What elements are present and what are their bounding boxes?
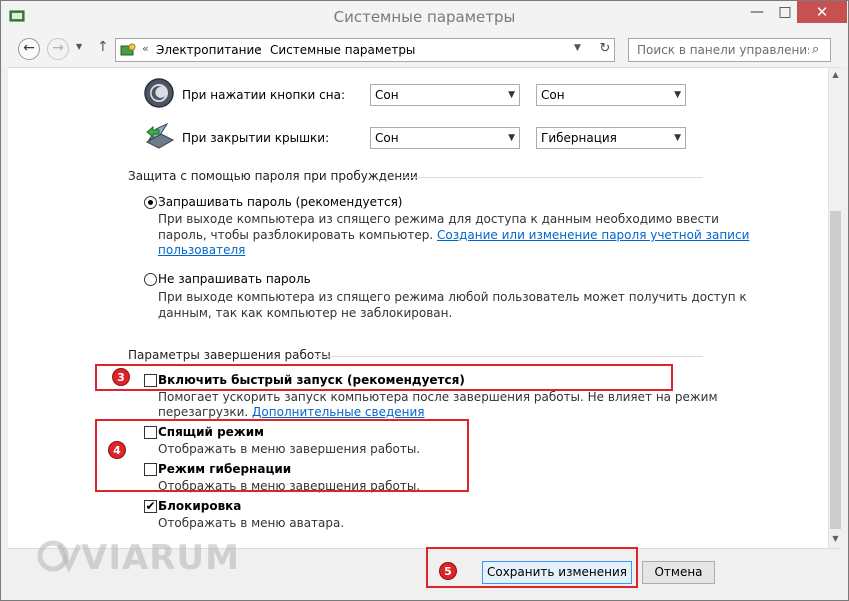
maximize-button[interactable]: □: [771, 1, 799, 23]
no-password-radio[interactable]: [144, 273, 157, 286]
watermark-logo-icon: [37, 540, 82, 574]
password-section-title: Защита с помощью пароля при пробуждении: [128, 169, 418, 183]
select-value: Гибернация: [541, 131, 617, 145]
select-value: Сон: [375, 131, 399, 145]
forward-button[interactable]: →: [47, 38, 69, 60]
chevron-down-icon: ▼: [508, 133, 515, 143]
address-bar[interactable]: « Электропитание › Системные параметры ▼…: [115, 38, 615, 62]
settings-content: При нажатии кнопки сна: Сон ▼ Сон ▼ При …: [8, 67, 841, 548]
sleep-button-icon: [144, 78, 174, 108]
breadcrumb-power-options[interactable]: Электропитание: [156, 43, 262, 57]
section-divider: [313, 356, 703, 357]
require-password-radio[interactable]: [144, 196, 157, 209]
sleep-button-label: При нажатии кнопки сна:: [182, 88, 346, 102]
breadcrumb-system-settings[interactable]: Системные параметры: [270, 43, 415, 57]
scroll-up-icon[interactable]: ▲: [829, 70, 841, 79]
no-password-desc-2: данным, так как компьютер не заблокирова…: [158, 306, 453, 320]
search-box[interactable]: ⌕: [628, 38, 831, 62]
require-password-desc-2: пароль, чтобы разблокировать компьютер. …: [158, 227, 749, 243]
no-password-desc-1: При выходе компьютера из спящего режима …: [158, 290, 747, 304]
annotation-box-sleep-hibernate: [95, 419, 469, 492]
lid-close-label: При закрытии крышки:: [182, 131, 330, 145]
breadcrumb-separator[interactable]: ›: [256, 42, 260, 55]
control-panel-location-icon: [120, 43, 136, 56]
chevron-down-icon: ▼: [674, 90, 681, 100]
recent-locations-dropdown[interactable]: ▼: [76, 42, 82, 51]
vertical-scrollbar[interactable]: ▲ ▼: [828, 68, 841, 548]
select-value: Сон: [375, 88, 399, 102]
require-password-desc-1: При выходе компьютера из спящего режима …: [158, 212, 719, 226]
scroll-down-icon[interactable]: ▼: [829, 534, 841, 543]
title-bar: Системные параметры — □ ✕: [1, 1, 848, 33]
annotation-box-save: [426, 547, 638, 588]
lid-close-battery-select[interactable]: Сон ▼: [370, 127, 520, 149]
annotation-badge-3: 3: [112, 368, 130, 386]
lock-desc: Отображать в меню аватара.: [158, 516, 345, 530]
require-password-desc-3: пользователя: [158, 242, 245, 258]
lock-checkbox[interactable]: ✔: [144, 500, 157, 513]
sleep-button-battery-select[interactable]: Сон ▼: [370, 84, 520, 106]
chevron-down-icon: ▼: [508, 90, 515, 100]
up-button[interactable]: ↑: [97, 39, 109, 55]
section-divider: [398, 177, 703, 178]
address-root-separator[interactable]: «: [142, 42, 149, 55]
system-settings-window: Системные параметры — □ ✕ ← → ▼ ↑ « Элек…: [0, 0, 849, 601]
viarum-watermark: VIARUM: [37, 538, 240, 578]
search-input[interactable]: [629, 39, 809, 61]
annotation-badge-5: 5: [439, 562, 457, 580]
back-button[interactable]: ←: [18, 38, 40, 60]
fast-startup-desc-1: Помогает ускорить запуск компьютера посл…: [158, 390, 718, 404]
minimize-button[interactable]: —: [743, 1, 771, 23]
watermark-text: VIARUM: [81, 538, 240, 578]
require-password-label[interactable]: Запрашивать пароль (рекомендуется): [158, 195, 402, 209]
create-change-password-link[interactable]: Создание или изменение пароля учетной за…: [437, 228, 749, 242]
more-info-link[interactable]: Дополнительные сведения: [252, 405, 424, 419]
shutdown-section-title: Параметры завершения работы: [128, 348, 331, 362]
lock-label[interactable]: Блокировка: [158, 499, 241, 513]
create-change-password-link-cont[interactable]: пользователя: [158, 243, 245, 257]
annotation-box-fast-startup: [95, 364, 673, 391]
chevron-down-icon: ▼: [674, 133, 681, 143]
fast-startup-desc-2: перезагрузки. Дополнительные сведения: [158, 404, 425, 420]
search-icon[interactable]: ⌕: [812, 42, 819, 57]
cancel-button[interactable]: Отмена: [642, 561, 715, 584]
no-password-label[interactable]: Не запрашивать пароль: [158, 272, 311, 286]
scrollbar-thumb[interactable]: [830, 211, 841, 529]
select-value: Сон: [541, 88, 565, 102]
window-title: Системные параметры: [333, 8, 516, 26]
refresh-icon[interactable]: ↻: [596, 41, 614, 56]
close-button[interactable]: ✕: [797, 1, 847, 23]
sleep-button-plugged-select[interactable]: Сон ▼: [536, 84, 686, 106]
lid-close-plugged-select[interactable]: Гибернация ▼: [536, 127, 686, 149]
laptop-lid-icon: [145, 122, 175, 149]
navigation-bar: ← → ▼ ↑ « Электропитание › Системные пар…: [1, 33, 848, 67]
require-password-desc-text: пароль, чтобы разблокировать компьютер.: [158, 228, 437, 242]
annotation-badge-4: 4: [108, 441, 126, 459]
address-dropdown-icon[interactable]: ▼: [574, 43, 581, 53]
fast-startup-desc-text: перезагрузки.: [158, 405, 253, 419]
